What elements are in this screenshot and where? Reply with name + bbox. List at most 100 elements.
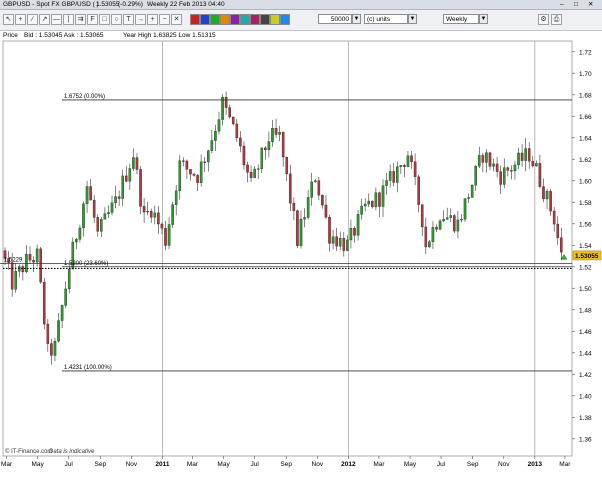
y-axis-tick-label: 1.48	[579, 307, 592, 314]
candle-body	[96, 217, 100, 232]
candle-body	[527, 148, 531, 162]
candle-body	[346, 239, 349, 251]
candle-body	[517, 152, 520, 166]
candle-body	[502, 167, 506, 185]
fib-level-label: 1.5229	[4, 258, 23, 264]
candle-body	[506, 167, 510, 171]
candle-body	[524, 148, 527, 161]
candle-body	[82, 203, 85, 229]
candle-body	[203, 161, 207, 163]
y-axis-tick-label: 1.72	[579, 49, 592, 56]
candle-body	[531, 160, 535, 167]
candle-body	[21, 266, 25, 273]
candle-body	[485, 152, 488, 163]
candle-body	[381, 185, 385, 207]
candle-body	[281, 132, 285, 158]
candle-body	[535, 163, 538, 167]
candle-body	[92, 199, 96, 218]
candle-body	[60, 305, 64, 321]
candle-body	[89, 186, 92, 201]
candle-body	[146, 211, 149, 213]
candle-body	[100, 219, 103, 232]
candle-body	[431, 227, 435, 242]
last-price-tag-label: 1.53055	[575, 253, 599, 260]
x-axis-tick-label: Sep	[280, 461, 292, 468]
candle-body	[278, 132, 281, 135]
candle-body	[538, 163, 542, 187]
candle-body	[413, 161, 417, 177]
candle-body	[192, 173, 196, 176]
candle-body	[174, 190, 178, 205]
candle-body	[28, 254, 32, 261]
candle-body	[406, 155, 410, 167]
candle-body	[299, 218, 303, 246]
candle-body	[545, 191, 549, 200]
candle-body	[510, 170, 513, 172]
candle-body	[142, 206, 146, 213]
candle-body	[67, 268, 71, 290]
x-axis-tick-label: 2013	[528, 461, 543, 468]
candle-body	[75, 239, 78, 243]
x-axis-tick-label: Nov	[126, 461, 138, 468]
candle-body	[296, 210, 299, 246]
candle-body	[121, 175, 124, 199]
y-axis-tick-label: 1.44	[579, 350, 592, 357]
y-axis-tick-label: 1.56	[579, 221, 592, 228]
y-axis-tick-label: 1.70	[579, 71, 592, 78]
data-note: Data is indicative	[49, 449, 95, 455]
fib-level-label: 1.5200 (23.60%)	[64, 261, 108, 267]
candle-body	[403, 165, 406, 167]
y-axis-tick-label: 1.40	[579, 393, 592, 400]
candle-body	[110, 202, 114, 213]
candle-body	[474, 165, 478, 186]
candle-body	[107, 212, 110, 214]
candle-body	[114, 196, 117, 203]
candle-body	[207, 150, 210, 163]
candle-body	[463, 198, 467, 220]
candle-body	[420, 204, 424, 228]
candle-body	[124, 175, 128, 182]
candle-body	[356, 214, 360, 236]
candle-body	[371, 200, 374, 208]
x-axis-tick-label: Mar	[559, 461, 571, 468]
candle-body	[42, 281, 46, 325]
fib-level-label: 1.4231 (100.00%)	[64, 365, 112, 371]
candle-body	[360, 205, 363, 215]
candle-body	[374, 192, 378, 208]
candle-body	[103, 213, 107, 220]
x-axis-tick-label: Jul	[65, 461, 74, 468]
x-axis-tick-label: Nov	[312, 461, 324, 468]
candle-body	[242, 145, 246, 166]
candle-body	[317, 180, 321, 196]
y-axis-tick-label: 1.38	[579, 415, 592, 422]
x-axis-tick-label: May	[217, 461, 230, 468]
x-axis-tick-label: Mar	[187, 461, 199, 468]
candle-body	[328, 217, 331, 244]
x-axis-tick-label: May	[404, 461, 417, 468]
y-axis-tick-label: 1.54	[579, 243, 592, 250]
candle-body	[171, 204, 174, 225]
candle-body	[139, 169, 142, 207]
fib-level-label: 1.6752 (0.00%)	[64, 94, 105, 100]
candle-body	[182, 160, 185, 162]
candle-body	[196, 175, 199, 183]
candle-body	[488, 152, 492, 167]
y-axis-tick-label: 1.42	[579, 372, 592, 379]
price-chart[interactable]: 1.36 1.38 1.40 1.42 1.44 1.46 1.48 1.50 1.52 1.54…	[0, 0, 602, 481]
candle-body	[249, 172, 253, 178]
candle-body	[157, 212, 160, 225]
candle-body	[50, 343, 53, 356]
candle-body	[78, 227, 82, 240]
candle-body	[417, 176, 420, 205]
x-axis-tick-label: 2012	[341, 461, 356, 468]
candle-body	[14, 271, 18, 290]
candle-body	[435, 227, 438, 230]
candle-body	[392, 171, 395, 183]
candle-body	[542, 186, 545, 200]
candle-body	[235, 123, 239, 139]
candle-body	[64, 288, 67, 306]
candle-body	[556, 223, 560, 238]
candle-body	[395, 166, 399, 183]
candle-body	[428, 241, 431, 248]
candle-body	[35, 248, 39, 263]
